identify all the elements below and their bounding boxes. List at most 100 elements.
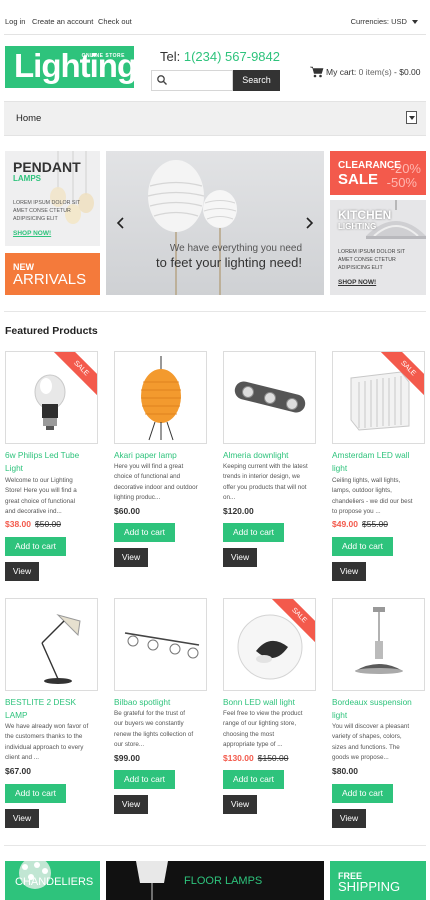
suspension-light-icon <box>355 607 403 674</box>
hero-slider[interactable]: We have everything you need to feet your… <box>106 151 324 295</box>
banner-label: FLOOR LAMPS <box>184 875 263 887</box>
slider-prev-arrow-icon[interactable] <box>116 217 126 229</box>
divider <box>4 311 426 312</box>
product-image[interactable]: SALE <box>223 598 316 691</box>
banner-text: ADIPISICING ELIT <box>13 216 58 222</box>
banner-text: ADIPISICING ELIT <box>338 265 383 271</box>
product-image[interactable] <box>223 351 316 444</box>
product-image[interactable] <box>114 598 207 691</box>
product-image[interactable] <box>114 351 207 444</box>
product-price: $120.00 <box>223 506 254 516</box>
add-to-cart-button[interactable]: Add to cart <box>5 537 66 556</box>
banner-line2: SHIPPING <box>338 879 401 894</box>
shop-now-link[interactable]: SHOP NOW! <box>13 230 51 237</box>
chevron-down-icon <box>412 20 418 25</box>
add-to-cart-button[interactable]: Add to cart <box>223 523 284 542</box>
cart-count: 0 item(s) <box>358 67 392 77</box>
kitchen-lighting-banner[interactable]: KITCHEN LIGHTING LOREM IPSUM DOLOR SIT A… <box>330 200 426 295</box>
product-image[interactable]: SALE <box>332 351 425 444</box>
product-description: Here you will find a great choice of func… <box>114 463 198 502</box>
view-button[interactable]: View <box>332 562 366 581</box>
paper-lamp-icon <box>141 356 181 441</box>
spotlight-icon <box>124 632 200 659</box>
view-button[interactable]: View <box>223 548 257 567</box>
product-description: Be grateful for the trust of our buyers w… <box>114 710 194 749</box>
nav-dropdown-toggle[interactable] <box>406 111 417 124</box>
slider-caption-main: to feet your lighting need! <box>156 255 302 270</box>
banner-subtitle: LIGHTING <box>338 222 377 231</box>
add-to-cart-button[interactable]: Add to cart <box>332 784 393 803</box>
product-description: Feel free to view the product range of ou… <box>223 710 303 749</box>
cart-label: My cart: <box>326 67 357 77</box>
banner-line2: ARRIVALS <box>13 271 87 288</box>
login-link[interactable]: Log in <box>5 17 25 26</box>
view-button[interactable]: View <box>332 809 366 828</box>
product-image[interactable] <box>332 598 425 691</box>
slider-caption: We have everything you need <box>169 243 302 254</box>
chandeliers-banner[interactable]: CHANDELIERS <box>5 861 100 900</box>
product-price: $67.00 <box>5 766 31 776</box>
product-name[interactable]: Amsterdam LED wall light <box>332 449 428 474</box>
pendant-lamps-banner[interactable]: PENDANT LAMPS LOREM IPSUM DOLOR SIT AMET… <box>5 151 100 246</box>
product-price: $49.00 $55.00 <box>332 519 388 529</box>
view-button[interactable]: View <box>223 795 257 814</box>
phone-number: Tel: 1(234) 567-9842 <box>160 49 280 64</box>
floor-lamps-banner[interactable]: FLOOR LAMPS <box>106 861 324 900</box>
clearance-sale-banner[interactable]: CLEARANCE SALE -20% -50% <box>330 151 426 195</box>
product-name[interactable]: BESTLITE 2 DESK LAMP <box>5 696 101 721</box>
banner-label: CHANDELIERS <box>15 876 94 888</box>
product-price: $60.00 <box>114 506 140 516</box>
product-name[interactable]: Bilbao spotlight <box>114 696 210 709</box>
product-price: $130.00 $150.00 <box>223 753 289 763</box>
downlight-icon <box>234 381 306 413</box>
nav-item-home[interactable]: Home <box>16 113 41 124</box>
add-to-cart-button[interactable]: Add to cart <box>114 770 175 789</box>
view-button[interactable]: View <box>5 809 39 828</box>
product-name[interactable]: Akari paper lamp <box>114 449 210 462</box>
checkout-link[interactable]: Check out <box>98 17 132 26</box>
product-name[interactable]: Bonn LED wall light <box>223 696 319 709</box>
cart-summary[interactable]: My cart: 0 item(s) - $0.00 <box>326 67 421 77</box>
slider-next-arrow-icon[interactable] <box>304 217 314 229</box>
product-description: Keeping current with the latest trends in… <box>223 463 308 502</box>
product-description: We have already won favor of the customer… <box>5 723 89 762</box>
add-to-cart-button[interactable]: Add to cart <box>5 784 66 803</box>
logo[interactable]: Lighting ONLINE STORE <box>5 46 137 88</box>
view-button[interactable]: View <box>5 562 39 581</box>
product-description: Ceiling lights, wall lights, lamps, outdo… <box>332 477 413 516</box>
currency-selector[interactable]: Currencies: USD <box>351 17 418 26</box>
banner-text: LOREM IPSUM DOLOR SIT <box>338 249 406 255</box>
free-shipping-banner[interactable]: FREE SHIPPING <box>330 861 426 900</box>
banner-subtitle: LAMPS <box>13 174 41 183</box>
product-image[interactable]: SALE <box>5 351 98 444</box>
product-price: $80.00 <box>332 766 358 776</box>
logo-subtitle: ONLINE STORE <box>81 53 125 59</box>
divider <box>4 34 426 35</box>
currency-value: USD <box>391 17 407 26</box>
banner-line2: SALE <box>338 171 379 188</box>
add-to-cart-button[interactable]: Add to cart <box>114 523 175 542</box>
main-nav <box>4 101 426 136</box>
product-name[interactable]: Almeria downlight <box>223 449 319 462</box>
search-button[interactable]: Search <box>233 70 280 91</box>
create-account-link[interactable]: Create an account <box>32 17 93 26</box>
add-to-cart-button[interactable]: Add to cart <box>223 770 284 789</box>
new-arrivals-banner[interactable]: NEW ARRIVALS <box>5 253 100 295</box>
shop-now-link[interactable]: SHOP NOW! <box>338 279 376 286</box>
product-price: $99.00 <box>114 753 140 763</box>
product-name[interactable]: 6w Philips Led Tube Light <box>5 449 101 474</box>
banner-text: LOREM IPSUM DOLOR SIT <box>13 200 81 206</box>
banner-text: AMET CONSE CTETUR <box>338 257 396 263</box>
search-input[interactable] <box>170 72 230 89</box>
product-name[interactable]: Bordeaux suspension light <box>332 696 428 721</box>
view-button[interactable]: View <box>114 548 148 567</box>
section-title: Featured Products <box>5 325 98 337</box>
discount-label: -20% <box>390 161 421 176</box>
product-image[interactable] <box>5 598 98 691</box>
discount-label: -50% <box>386 175 417 190</box>
phone-value: 1(234) 567-9842 <box>183 49 280 64</box>
add-to-cart-button[interactable]: Add to cart <box>332 537 393 556</box>
search-icon <box>157 75 167 85</box>
view-button[interactable]: View <box>114 795 148 814</box>
banner-title: KITCHEN <box>338 208 392 222</box>
